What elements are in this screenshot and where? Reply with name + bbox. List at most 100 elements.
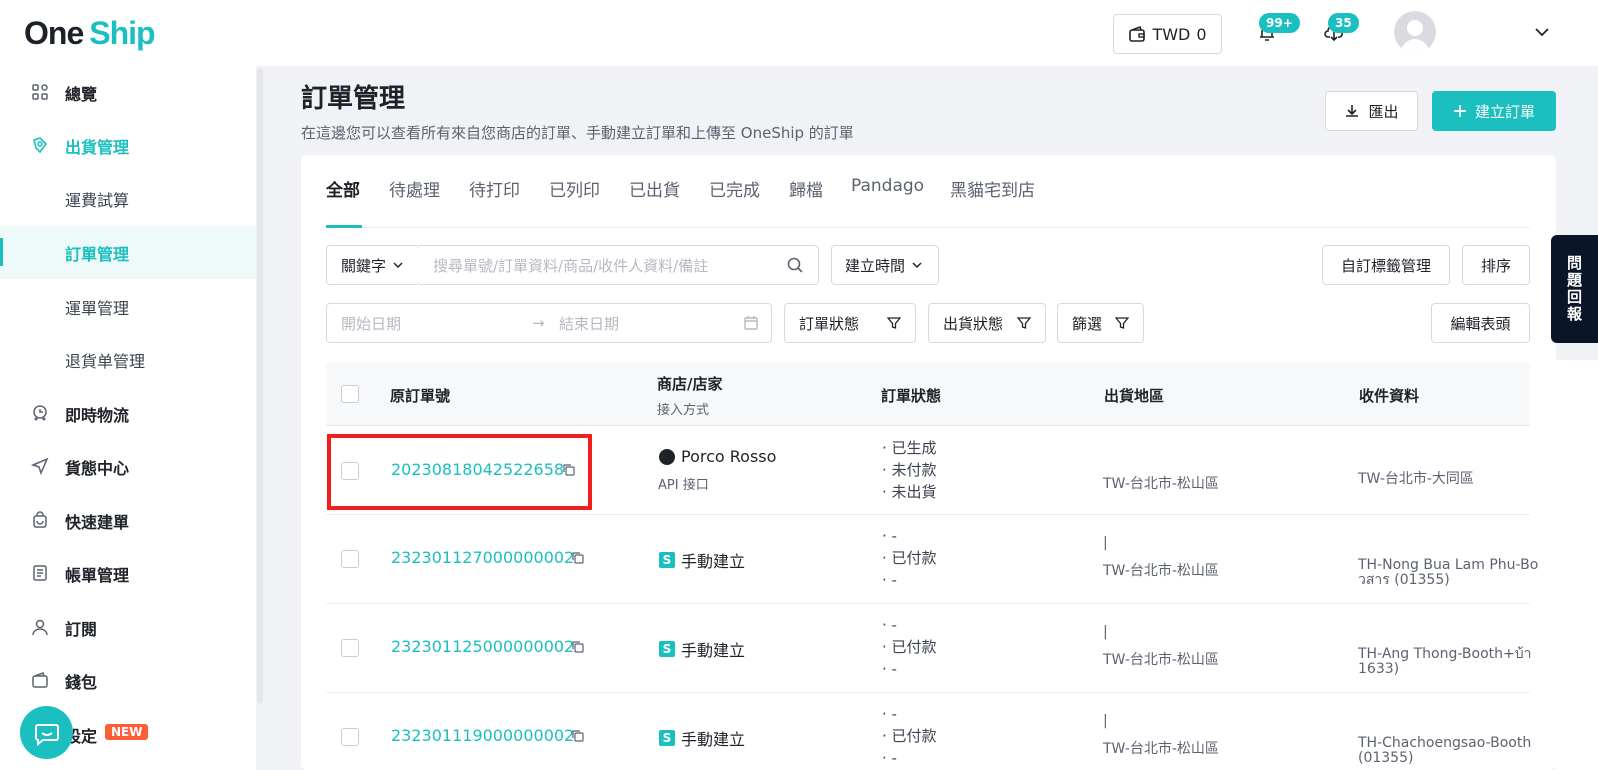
filter-label: 篩選 <box>1072 314 1103 333</box>
sidebar-item-order-management[interactable]: 訂單管理 <box>0 226 256 279</box>
recipient-info: TH-Ang Thong-Booth+บ้า 1633) <box>1358 647 1532 677</box>
tab-all[interactable]: 全部 <box>326 176 360 201</box>
tab-completed[interactable]: 已完成 <box>709 176 760 201</box>
ship-region: TW-台北市-松山區 <box>1103 741 1219 757</box>
row-checkbox[interactable] <box>341 550 359 568</box>
column-header-recipient[interactable]: 收件資料 <box>1359 385 1419 406</box>
sidebar-scrollbar[interactable] <box>257 68 263 704</box>
feedback-tab[interactable]: 問題回報 <box>1551 235 1598 343</box>
search-input[interactable]: 搜尋單號/訂單資料/商品/收件人資料/備註 <box>419 245 819 285</box>
export-label: 匯出 <box>1368 102 1399 121</box>
recipient-line: 1633) <box>1358 661 1400 677</box>
order-number-link[interactable]: 232301125000000002 <box>391 637 574 656</box>
tab-pending[interactable]: 待處理 <box>389 176 440 201</box>
chevron-down-icon <box>912 262 922 269</box>
copy-icon[interactable] <box>571 640 585 654</box>
recipient-info: TH-Chachoengsao-Booth (01355) <box>1358 736 1531 766</box>
status-line: 已付款 <box>891 549 937 567</box>
tab-shipped[interactable]: 已出貨 <box>629 176 680 201</box>
tab-black-cat[interactable]: 黑貓宅到店 <box>950 176 1035 201</box>
row-checkbox[interactable] <box>341 728 359 746</box>
recipient-line: วสาร (01355) <box>1358 572 1450 588</box>
tab-printed[interactable]: 已列印 <box>549 176 600 201</box>
order-number-link[interactable]: 232301119000000002 <box>391 726 574 745</box>
time-type-select[interactable]: 建立時間 <box>831 245 939 285</box>
column-header-order-status[interactable]: 訂單狀態 <box>881 385 941 406</box>
select-all-checkbox[interactable] <box>341 385 359 403</box>
sidebar-item-tracking-center[interactable]: 貨態中心 <box>0 440 256 493</box>
sidebar-item-label: 即時物流 <box>65 405 130 425</box>
page-title: 訂單管理 <box>301 84 406 114</box>
sidebar-item-label: 退貨单管理 <box>65 351 146 371</box>
filter-button[interactable]: 篩選 <box>1057 303 1144 343</box>
wallet-balance-button[interactable]: TWD 0 <box>1113 14 1222 54</box>
keyword-select[interactable]: 關鍵字 <box>326 245 420 285</box>
status-line: 未付款 <box>891 461 937 479</box>
recipient-line: (01355) <box>1358 750 1414 766</box>
active-tab-indicator <box>326 225 362 228</box>
sidebar-item-return-management[interactable]: 退貨单管理 <box>0 333 256 386</box>
sidebar-item-overview[interactable]: 總覽 <box>0 66 256 119</box>
date-range-arrow: → <box>532 314 545 332</box>
oneship-logo[interactable]: One Ship <box>24 13 156 53</box>
tab-to-print[interactable]: 待打印 <box>469 176 520 201</box>
tab-pandago[interactable]: Pandago <box>851 176 924 196</box>
sidebar-item-realtime-logistics[interactable]: 即時物流 <box>0 387 256 440</box>
tab-archived[interactable]: 歸檔 <box>789 176 823 201</box>
download-badge: 35 <box>1328 13 1359 33</box>
filter-icon <box>1017 317 1031 329</box>
status-line: - <box>891 705 897 723</box>
edit-table-header-button[interactable]: 編輯表頭 <box>1431 303 1530 343</box>
ship-region-mark: | <box>1103 535 1108 551</box>
highlight-box <box>327 434 592 510</box>
ship-region: TW-台北市-松山區 <box>1103 476 1219 492</box>
status-line: 已付款 <box>891 727 937 745</box>
recipient-info: TW-台北市-大同區 <box>1358 472 1474 487</box>
custom-tag-management-button[interactable]: 自訂標籤管理 <box>1322 245 1450 285</box>
table-row[interactable]: 232301125000000002 S 手動建立 · - · 已付款 · - |… <box>326 604 1532 693</box>
keyword-select-value: 關鍵字 <box>341 256 387 275</box>
status-line: - <box>891 616 897 634</box>
sidebar-item-quick-order[interactable]: 快速建單 <box>0 494 256 547</box>
date-range-picker[interactable]: 開始日期 → 結束日期 <box>326 303 772 343</box>
status-line: - <box>891 749 897 767</box>
copy-icon[interactable] <box>571 551 585 565</box>
calendar-icon <box>744 316 758 330</box>
user-avatar[interactable] <box>1394 11 1436 53</box>
shipping-status-filter[interactable]: 出貨狀態 <box>928 303 1046 343</box>
sidebar-item-label: 快速建單 <box>65 512 130 532</box>
sidebar-item-waybill-management[interactable]: 運單管理 <box>0 280 256 333</box>
sidebar-item-wallet[interactable]: 錢包 <box>0 654 256 707</box>
order-status-filter-label: 訂單狀態 <box>799 314 860 333</box>
sidebar-item-label: 出貨管理 <box>65 137 130 157</box>
chevron-down-icon[interactable] <box>1534 24 1550 40</box>
sidebar-item-shipping-estimate[interactable]: 運費試算 <box>0 172 256 225</box>
create-order-button[interactable]: 建立訂單 <box>1432 91 1556 131</box>
realtime-logistics-icon <box>33 405 47 421</box>
sidebar-item-subscription[interactable]: 訂閱 <box>0 601 256 654</box>
search-icon[interactable] <box>786 256 804 274</box>
table-header: 原訂單號 商店/店家 接入方式 訂單狀態 出貨地區 收件資料 <box>326 363 1530 426</box>
copy-icon[interactable] <box>571 729 585 743</box>
store-name: S 手動建立 <box>659 548 745 572</box>
table-overflow-mask <box>1555 360 1598 770</box>
column-header-store[interactable]: 商店/店家 <box>657 373 722 394</box>
export-button[interactable]: 匯出 <box>1325 91 1418 131</box>
order-number-link[interactable]: 232301127000000002 <box>391 548 574 567</box>
column-header-ship-region[interactable]: 出貨地區 <box>1104 385 1164 406</box>
sort-button[interactable]: 排序 <box>1462 245 1530 285</box>
row-checkbox[interactable] <box>341 639 359 657</box>
chat-support-button[interactable] <box>20 706 73 759</box>
logo-text-one: One <box>24 14 84 51</box>
sidebar-item-billing[interactable]: 帳單管理 <box>0 547 256 600</box>
wallet-currency: TWD <box>1152 24 1191 44</box>
sidebar-item-shipping-management[interactable]: 出貨管理 <box>0 119 256 172</box>
chevron-down-icon <box>393 262 403 269</box>
order-status-filter[interactable]: 訂單狀態 <box>784 303 916 343</box>
table-row[interactable]: 232301119000000002 S 手動建立 · - · 已付款 · - |… <box>326 693 1531 770</box>
status-line: 已付款 <box>891 638 937 656</box>
wallet-amount: 0 <box>1196 24 1207 44</box>
table-row[interactable]: 232301127000000002 S 手動建立 · - · 已付款 · - |… <box>326 515 1538 604</box>
column-header-order-no[interactable]: 原訂單號 <box>390 385 450 406</box>
recipient-line: TH-Nong Bua Lam Phu-Bo <box>1358 557 1539 573</box>
